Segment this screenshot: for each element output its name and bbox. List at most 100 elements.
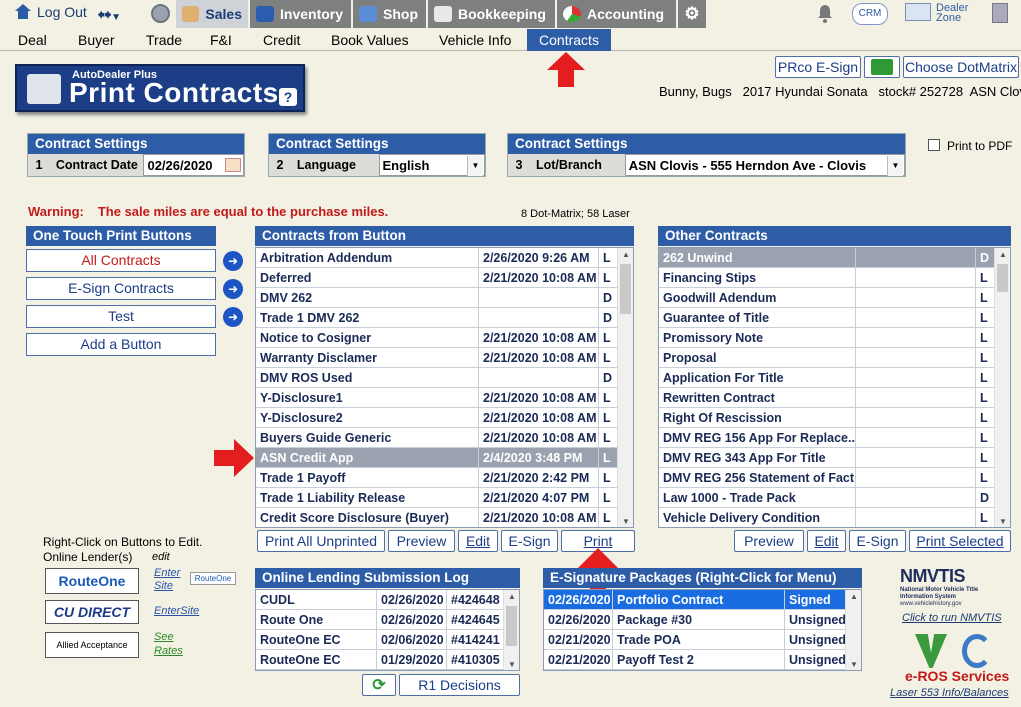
print-all-unprinted-button[interactable]: Print All Unprinted: [257, 530, 385, 552]
submenu-vehicle-info[interactable]: Vehicle Info: [428, 29, 522, 51]
print-to-pdf-checkbox[interactable]: [928, 139, 940, 151]
preview-button[interactable]: Preview: [388, 530, 455, 552]
scroll-down-icon[interactable]: ▼: [995, 515, 1010, 527]
cudirect-enter-site-link[interactable]: EnterSite: [154, 605, 199, 617]
contract-row[interactable]: DMV ROS Used D: [256, 368, 633, 388]
contract-row[interactable]: Y-Disclosure1 2/21/2020 10:08 AM L: [256, 388, 633, 408]
vertical-scrollbar[interactable]: ▲ ▼: [503, 590, 519, 670]
scrollbar-thumb[interactable]: [506, 606, 517, 646]
contract-date-field[interactable]: 02/26/2020: [143, 154, 244, 176]
other-contract-row[interactable]: DMV REG 156 App For Replace... L: [659, 428, 1010, 448]
scroll-up-icon[interactable]: ▲: [846, 590, 861, 604]
calculator-icon[interactable]: [992, 3, 1008, 23]
lenders-edit-link[interactable]: edit: [152, 551, 170, 563]
vertical-scrollbar[interactable]: ▲ ▼: [845, 590, 861, 670]
scroll-up-icon[interactable]: ▲: [618, 248, 633, 262]
folder-button[interactable]: [864, 56, 900, 78]
allied-acceptance-logo[interactable]: Allied Acceptance: [45, 632, 139, 658]
scroll-down-icon[interactable]: ▼: [504, 658, 519, 670]
other-contract-row[interactable]: Guarantee of Title L: [659, 308, 1010, 328]
lending-log-row[interactable]: CUDL 02/26/2020 #424648: [256, 590, 519, 610]
esign-contracts-button[interactable]: E-Sign Contracts: [26, 277, 216, 300]
r1-decisions-button[interactable]: R1 Decisions: [399, 674, 520, 696]
other-contract-row[interactable]: Goodwill Adendum L: [659, 288, 1010, 308]
submenu-buyer[interactable]: Buyer: [67, 29, 126, 51]
other-contract-row[interactable]: DMV REG 343 App For Title L: [659, 448, 1010, 468]
contract-row[interactable]: ASN Credit App 2/4/2020 3:48 PM L: [256, 448, 633, 468]
lot-branch-select[interactable]: ASN Clovis - 555 Herndon Ave - Clovis ▼: [624, 154, 905, 176]
routeone-enter-site-link[interactable]: Enter Site: [154, 567, 180, 593]
settings-gear-button[interactable]: ⚙: [678, 0, 706, 28]
other-contract-row[interactable]: 262 Unwind D: [659, 248, 1010, 268]
other-contract-row[interactable]: Application For Title L: [659, 368, 1010, 388]
logout-link[interactable]: Log Out: [14, 4, 87, 20]
contract-row[interactable]: Trade 1 Liability Release 2/21/2020 4:07 …: [256, 488, 633, 508]
arrow-right-icon[interactable]: ➜: [223, 251, 243, 271]
contract-row[interactable]: Trade 1 Payoff 2/21/2020 2:42 PM L: [256, 468, 633, 488]
allied-see-rates-link[interactable]: See Rates: [154, 630, 183, 658]
tab-accounting[interactable]: Accounting: [557, 0, 676, 28]
choose-dotmatrix-button[interactable]: Choose DotMatrix: [903, 56, 1019, 78]
dealer-zone-link[interactable]: Dealer Zone: [936, 3, 968, 24]
help-icon[interactable]: ?: [279, 88, 297, 106]
test-button[interactable]: Test: [26, 305, 216, 328]
contract-row[interactable]: Y-Disclosure2 2/21/2020 10:08 AM L: [256, 408, 633, 428]
scrollbar-thumb[interactable]: [997, 264, 1008, 292]
other-contract-row[interactable]: Promissory Note L: [659, 328, 1010, 348]
lending-log-row[interactable]: RouteOne EC 01/29/2020 #410305: [256, 650, 519, 670]
submenu-fi[interactable]: F&I: [199, 29, 243, 51]
contract-row[interactable]: Credit Score Disclosure (Buyer) 2/21/2020…: [256, 508, 633, 527]
cudirect-logo[interactable]: CU DIRECT: [45, 600, 139, 624]
esign-button[interactable]: E-Sign: [501, 530, 558, 552]
lending-log-row[interactable]: Route One 02/26/2020 #424645: [256, 610, 519, 630]
nmvtis-logo[interactable]: NMVTIS National Motor Vehicle Title Info…: [900, 566, 1004, 608]
prco-esign-button[interactable]: PRco E-Sign: [775, 56, 861, 78]
language-select[interactable]: English ▼: [378, 154, 485, 176]
contract-row[interactable]: Trade 1 DMV 262 D: [256, 308, 633, 328]
add-a-button[interactable]: Add a Button: [26, 333, 216, 356]
esign-package-row[interactable]: 02/21/2020 Trade POA Unsigned: [544, 630, 861, 650]
contract-row[interactable]: Buyers Guide Generic 2/21/2020 10:08 AM L: [256, 428, 633, 448]
other-contract-row[interactable]: Right Of Rescission L: [659, 408, 1010, 428]
tab-bookkeeping[interactable]: Bookkeeping: [428, 0, 555, 28]
esign-package-row[interactable]: 02/26/2020 Package #30 Unsigned: [544, 610, 861, 630]
other-contract-row[interactable]: Rewritten Contract L: [659, 388, 1010, 408]
other-contract-row[interactable]: DMV REG 256 Statement of Fact L: [659, 468, 1010, 488]
user-face-icon[interactable]: [151, 4, 170, 23]
back-forward-arrows[interactable]: 🠸🠺▼: [97, 4, 121, 31]
arrow-right-icon[interactable]: ➜: [223, 307, 243, 327]
print-selected-button[interactable]: Print Selected: [909, 530, 1011, 552]
run-nmvtis-link[interactable]: Click to run NMVTIS: [902, 612, 1002, 624]
submenu-contracts[interactable]: Contracts: [527, 29, 611, 51]
scrollbar-thumb[interactable]: [620, 264, 631, 314]
lending-log-row[interactable]: RouteOne EC 02/06/2020 #414241: [256, 630, 519, 650]
submenu-credit[interactable]: Credit: [252, 29, 311, 51]
other-contract-row[interactable]: Financing Stips L: [659, 268, 1010, 288]
tab-sales[interactable]: Sales: [176, 0, 248, 28]
contract-row[interactable]: Arbitration Addendum 2/26/2020 9:26 AM L: [256, 248, 633, 268]
dealer-zone-icon[interactable]: [905, 3, 931, 21]
edit-button[interactable]: Edit: [458, 530, 498, 552]
tab-inventory[interactable]: Inventory: [250, 0, 351, 28]
submenu-trade[interactable]: Trade: [135, 29, 193, 51]
scroll-down-icon[interactable]: ▼: [846, 658, 861, 670]
laser-info-link[interactable]: Laser 553 Info/Balances: [890, 687, 1009, 699]
submenu-deal[interactable]: Deal: [7, 29, 58, 51]
contract-row[interactable]: Deferred 2/21/2020 10:08 AM L: [256, 268, 633, 288]
other-contract-row[interactable]: Vehicle Delivery Condition L: [659, 508, 1010, 527]
other-preview-button[interactable]: Preview: [734, 530, 804, 552]
esign-package-row[interactable]: 02/26/2020 Portfolio Contract Signed: [544, 590, 861, 610]
calendar-icon[interactable]: [225, 158, 241, 172]
contract-row[interactable]: DMV 262 D: [256, 288, 633, 308]
contract-row[interactable]: Warranty Disclamer 2/21/2020 10:08 AM L: [256, 348, 633, 368]
all-contracts-button[interactable]: All Contracts: [26, 249, 216, 272]
submenu-book-values[interactable]: Book Values: [320, 29, 420, 51]
vertical-scrollbar[interactable]: ▲ ▼: [994, 248, 1010, 527]
other-contract-row[interactable]: Law 1000 - Trade Pack D: [659, 488, 1010, 508]
other-esign-button[interactable]: E-Sign: [849, 530, 906, 552]
bell-icon[interactable]: [816, 3, 834, 25]
other-contract-row[interactable]: Proposal L: [659, 348, 1010, 368]
contract-row[interactable]: Notice to Cosigner 2/21/2020 10:08 AM L: [256, 328, 633, 348]
arrow-right-icon[interactable]: ➜: [223, 279, 243, 299]
refresh-button[interactable]: ⟳: [362, 674, 396, 696]
